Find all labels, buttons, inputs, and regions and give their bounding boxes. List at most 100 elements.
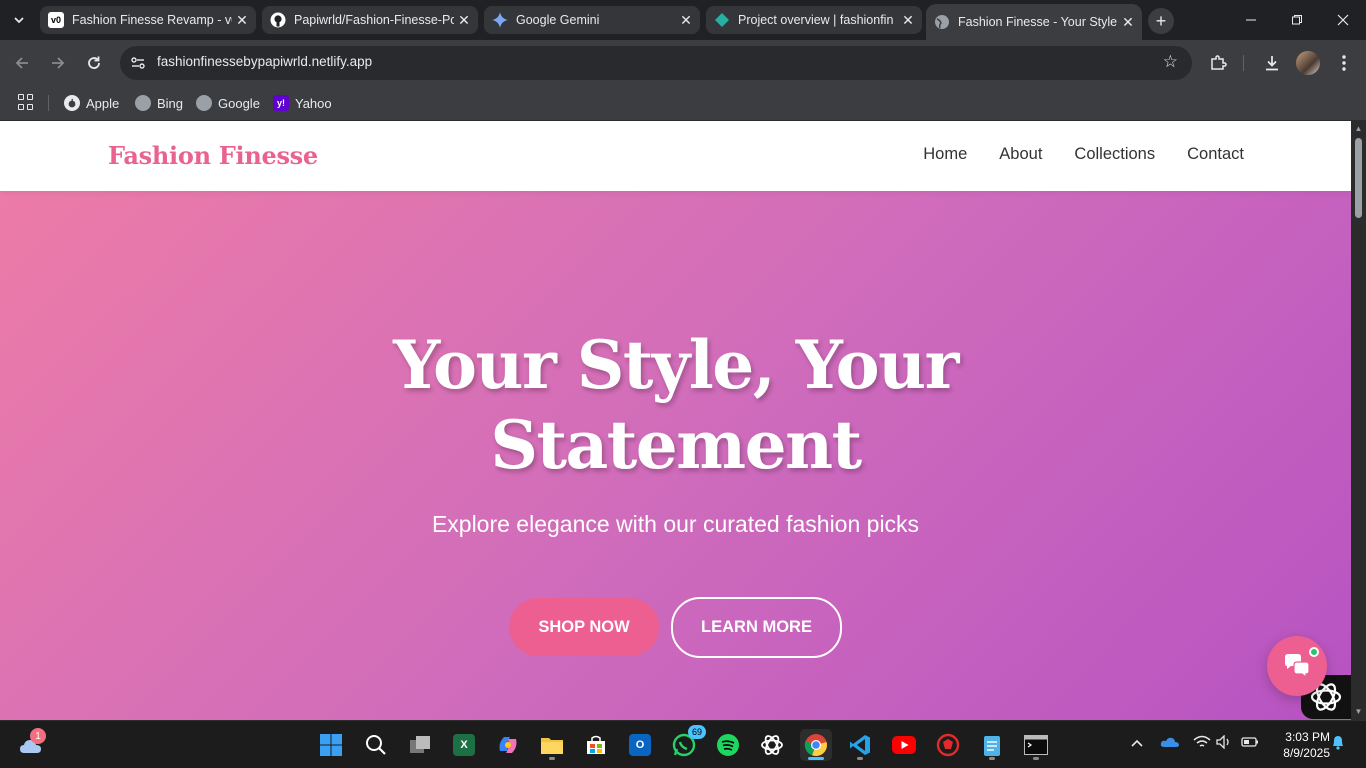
taskbar-chatgpt[interactable] — [756, 729, 788, 761]
nav-contact[interactable]: Contact — [1187, 145, 1244, 164]
chat-bubbles-icon — [1285, 654, 1310, 679]
red-app-icon — [936, 733, 960, 757]
nav-home[interactable]: Home — [923, 145, 967, 164]
close-tab-icon[interactable]: ✕ — [232, 12, 252, 29]
page-scrollbar[interactable]: ▲ ▼ — [1351, 121, 1366, 720]
notepad-icon — [984, 736, 1000, 756]
chat-button[interactable] — [1267, 636, 1327, 696]
profile-avatar[interactable] — [1296, 51, 1320, 75]
learn-more-button[interactable]: LEARN MORE — [671, 597, 842, 658]
nav-about[interactable]: About — [999, 145, 1042, 164]
minimize-button[interactable] — [1228, 0, 1274, 40]
globe-icon — [934, 14, 950, 30]
site-info-icon[interactable] — [129, 54, 147, 72]
bookmark-label: Apple — [86, 95, 120, 111]
tab-search-button[interactable] — [6, 7, 32, 33]
bookmark-google[interactable]: Google — [196, 91, 260, 115]
bookmark-label: Bing — [157, 95, 184, 111]
apps-grid-icon[interactable] — [18, 94, 34, 110]
taskbar-youtube[interactable] — [888, 729, 920, 761]
hero-subtitle: Explore elegance with our curated fashio… — [431, 511, 920, 537]
folder-icon — [541, 738, 563, 754]
bookmark-star-icon[interactable]: ☆ — [1163, 52, 1178, 72]
globe-icon — [196, 95, 212, 111]
start-button[interactable] — [315, 729, 347, 761]
weather-badge: 1 — [30, 728, 46, 744]
close-tab-icon[interactable]: ✕ — [454, 12, 474, 29]
tab-2[interactable]: Google Gemini ✕ — [484, 6, 700, 34]
new-tab-button[interactable]: + — [1148, 8, 1174, 34]
minimize-icon — [1246, 19, 1256, 21]
close-tab-icon[interactable]: ✕ — [898, 12, 918, 29]
volume-icon[interactable] — [1216, 734, 1232, 752]
site-logo[interactable]: Fashion Finesse — [108, 141, 318, 170]
scroll-thumb[interactable] — [1355, 138, 1362, 218]
taskbar-whatsapp[interactable]: 69 — [668, 725, 706, 761]
excel-icon: X — [453, 734, 475, 756]
menu-button[interactable] — [1331, 50, 1357, 76]
hero-title: Your Style, Your Statement — [0, 325, 1351, 485]
chevron-down-icon — [14, 17, 24, 24]
shop-now-button[interactable]: SHOP NOW — [509, 598, 659, 656]
github-icon — [270, 12, 286, 28]
close-window-button[interactable] — [1320, 0, 1366, 40]
wifi-icon[interactable] — [1193, 735, 1211, 752]
download-icon — [1266, 56, 1278, 71]
spotify-icon — [717, 734, 739, 756]
onedrive-icon[interactable] — [1160, 735, 1180, 752]
taskbar-notepad[interactable] — [976, 729, 1008, 761]
battery-icon[interactable] — [1241, 735, 1259, 751]
tab-title: Papiwrld/Fashion-Finesse-Po — [294, 13, 454, 27]
globe-icon — [135, 95, 151, 111]
taskbar-chrome[interactable] — [800, 729, 832, 761]
gemini-icon — [492, 12, 508, 28]
v0-icon: v0 — [48, 12, 64, 28]
taskbar-spotify[interactable] — [712, 729, 744, 761]
bookmarks-divider — [48, 95, 49, 111]
taskbar-vscode[interactable] — [844, 729, 876, 761]
tab-4-active[interactable]: Fashion Finesse - Your Style, ✕ — [926, 4, 1142, 40]
puzzle-icon — [1211, 55, 1227, 70]
tab-title: Fashion Finesse - Your Style, — [958, 15, 1118, 29]
more-vertical-icon — [1342, 55, 1346, 71]
downloads-button[interactable] — [1259, 50, 1285, 76]
tab-3[interactable]: Project overview | fashionfin ✕ — [706, 6, 922, 34]
taskbar-search[interactable] — [360, 729, 392, 761]
bookmarks-bar: Apple Bing Google y! Yahoo — [0, 86, 1366, 121]
close-tab-icon[interactable]: ✕ — [676, 12, 696, 29]
scroll-up-icon[interactable]: ▲ — [1354, 124, 1363, 133]
taskbar-file-explorer[interactable] — [536, 729, 568, 761]
taskbar-store[interactable] — [580, 729, 612, 761]
taskbar-excel[interactable]: X — [448, 729, 480, 761]
scroll-down-icon[interactable]: ▼ — [1354, 707, 1363, 716]
taskbar-clock[interactable]: 3:03 PM 8/9/2025 — [1266, 729, 1330, 761]
taskbar-app-red[interactable] — [932, 729, 964, 761]
taskbar-copilot[interactable] — [492, 729, 524, 761]
yahoo-icon: y! — [273, 95, 289, 111]
close-icon — [1337, 14, 1349, 26]
tab-0[interactable]: v0 Fashion Finesse Revamp - v0 ✕ — [40, 6, 256, 34]
running-indicator — [808, 757, 824, 760]
windows-logo-icon — [320, 734, 342, 756]
reload-button[interactable] — [80, 49, 108, 77]
bookmark-bing[interactable]: Bing — [135, 91, 183, 115]
site-header: Fashion Finesse Home About Collections C… — [0, 121, 1351, 191]
url-text: fashionfinessebypapiwrld.netlify.app — [157, 54, 373, 69]
extensions-button[interactable] — [1205, 50, 1231, 76]
back-button[interactable] — [8, 49, 36, 77]
bookmark-yahoo[interactable]: y! Yahoo — [273, 91, 332, 115]
taskbar-terminal[interactable] — [1020, 729, 1052, 761]
restore-button[interactable] — [1274, 0, 1320, 40]
running-indicator — [1033, 757, 1039, 760]
tray-overflow-icon[interactable] — [1130, 735, 1144, 751]
bookmark-apple[interactable]: Apple — [64, 91, 119, 115]
taskbar-outlook[interactable]: O — [624, 729, 656, 761]
notification-bell-icon[interactable] — [1331, 734, 1345, 753]
running-indicator — [989, 757, 995, 760]
nav-collections[interactable]: Collections — [1074, 145, 1155, 164]
forward-button[interactable] — [44, 49, 72, 77]
tab-1[interactable]: Papiwrld/Fashion-Finesse-Po ✕ — [262, 6, 478, 34]
task-view-button[interactable] — [404, 729, 436, 761]
close-tab-icon[interactable]: ✕ — [1118, 14, 1138, 31]
address-bar[interactable]: fashionfinessebypapiwrld.netlify.app ☆ — [120, 46, 1192, 80]
